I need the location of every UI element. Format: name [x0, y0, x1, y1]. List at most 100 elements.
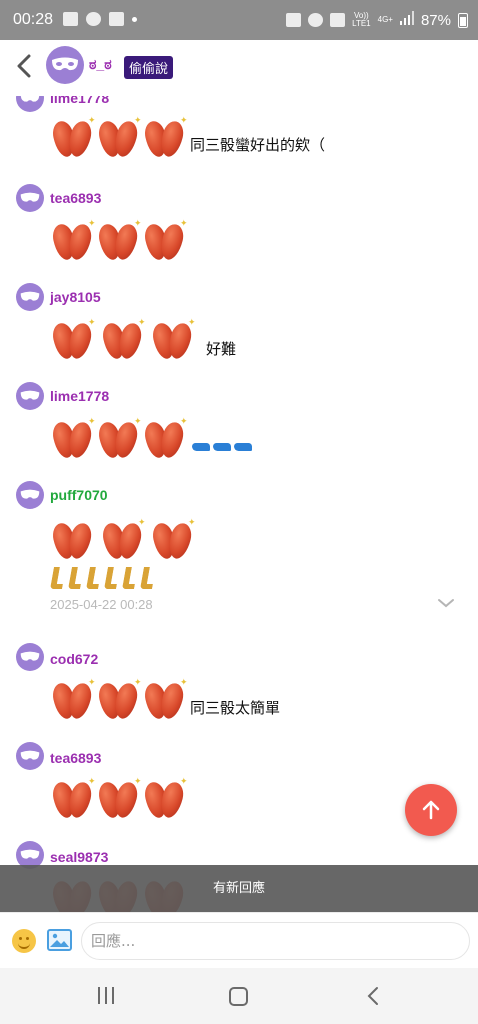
network-type-icon: 4G+	[377, 15, 393, 24]
sausage-sticker: ✦	[96, 117, 142, 161]
username[interactable]: lime1778	[50, 96, 109, 106]
heel-shoe-icon	[213, 443, 231, 451]
sausage-sticker: ✦	[96, 220, 142, 264]
username[interactable]: seal9873	[50, 849, 108, 865]
mask-icon	[20, 390, 40, 400]
chat-partner-name: ಠ_ಠ	[89, 56, 112, 72]
message-list[interactable]: lime1778 ✦ ✦ ✦ 同三骰蠻好出的欸（ tea6893 ✦ ✦ ✦ j…	[0, 96, 478, 912]
avatar[interactable]	[16, 96, 44, 112]
username[interactable]: tea6893	[50, 750, 101, 766]
message-content: ✦ ✦ ✦ 同三骰蠻好出的欸（	[50, 117, 325, 161]
status-time: 00:28	[13, 11, 54, 28]
mask-icon	[20, 291, 40, 301]
recent-apps-button[interactable]	[97, 987, 115, 1004]
image-icon	[50, 933, 69, 947]
leg-icon	[86, 567, 102, 589]
avatar[interactable]	[16, 283, 44, 311]
new-reply-banner[interactable]: 有新回應	[0, 865, 478, 912]
battery-level: 87%	[420, 11, 451, 29]
mask-icon	[20, 651, 40, 661]
heel-shoe-icon	[192, 443, 210, 451]
high-heels-sticker	[192, 443, 252, 451]
back-arrow-icon	[367, 987, 378, 1005]
scroll-to-top-button[interactable]	[405, 784, 457, 836]
message-content: ✦ ✦ ✦ 好難	[50, 319, 236, 363]
leg-icon	[68, 567, 84, 589]
arrow-up-icon	[422, 800, 440, 820]
avatar[interactable]	[16, 481, 44, 509]
sausage-sticker: ✦	[50, 117, 96, 161]
sausage-sticker: ✦	[142, 220, 188, 264]
mask-icon	[20, 96, 40, 102]
alarm-icon	[308, 13, 324, 27]
username[interactable]: tea6893	[50, 190, 101, 206]
system-back-button[interactable]	[366, 986, 380, 1006]
more-notifications-dot-icon	[132, 16, 137, 22]
leg-icon	[122, 567, 138, 589]
recent-apps-icon	[98, 987, 114, 1004]
heel-shoe-icon	[234, 443, 252, 451]
sausage-sticker: ✦	[50, 220, 96, 264]
sausage-sticker: ✦	[96, 418, 142, 462]
sausage-sticker: ✦	[142, 679, 188, 723]
notification-icons	[63, 12, 137, 26]
mask-icon	[20, 192, 40, 202]
image-button[interactable]	[47, 929, 72, 951]
system-status-icons: Vo)) LTE1 4G+ 87%	[286, 11, 468, 29]
leg-icon	[140, 567, 156, 589]
username[interactable]: lime1778	[50, 388, 109, 404]
message-text: 同三骰蠻好出的欸（	[190, 135, 326, 154]
sausage-sticker: ✦	[50, 679, 96, 723]
message-text: 同三骰太簡單	[190, 698, 281, 717]
message-content: ✦ ✦ ✦	[50, 220, 188, 264]
golden-legs-sticker	[50, 567, 156, 589]
leg-icon	[104, 567, 120, 589]
sausage-sticker: ✦	[142, 117, 188, 161]
sausage-sticker: ✦	[142, 778, 188, 822]
emoji-button[interactable]	[12, 929, 36, 953]
avatar[interactable]	[16, 742, 44, 770]
avatar[interactable]	[16, 643, 44, 671]
message-content: ✦ ✦	[50, 519, 196, 563]
chevron-down-icon	[438, 599, 454, 608]
sausage-sticker: ✦	[150, 519, 196, 563]
sausage-sticker: ✦	[50, 418, 96, 462]
expand-button[interactable]	[436, 593, 456, 613]
message-timestamp: 2025-04-22 00:28	[50, 597, 153, 612]
sausage-sticker: ✦	[100, 519, 146, 563]
avatar[interactable]	[16, 184, 44, 212]
lock-icon	[286, 13, 302, 27]
reply-bar	[0, 912, 478, 968]
sausage-sticker: ✦	[50, 778, 96, 822]
gallery-notification-icon	[63, 12, 78, 26]
header-avatar[interactable]	[46, 46, 84, 84]
sausage-sticker: ✦	[150, 319, 196, 363]
battery-icon	[458, 12, 468, 28]
sausage-sticker: ✦	[142, 418, 188, 462]
username[interactable]: jay8105	[50, 289, 101, 305]
mute-icon	[330, 13, 346, 27]
line-notification-icon	[86, 12, 101, 26]
chevron-left-icon	[17, 54, 31, 78]
message-text: 好難	[206, 339, 237, 358]
anonymous-badge: 偷偷說	[124, 56, 174, 79]
message-content: ✦ ✦ ✦ 同三骰太簡單	[50, 679, 280, 723]
signal-icon	[399, 11, 414, 29]
reply-input[interactable]	[81, 922, 470, 960]
sausage-sticker: ✦	[100, 319, 146, 363]
app-notification-icon	[109, 12, 124, 26]
mask-icon	[52, 57, 78, 71]
message-content: ✦ ✦ ✦	[50, 418, 252, 462]
sausage-sticker: ✦	[50, 319, 96, 363]
system-navigation-bar	[0, 968, 478, 1024]
leg-icon	[50, 567, 66, 589]
sausage-sticker: ✦	[96, 679, 142, 723]
sausage-sticker	[50, 519, 96, 563]
avatar[interactable]	[16, 382, 44, 410]
back-button[interactable]	[12, 53, 36, 79]
username[interactable]: puff7070	[50, 487, 108, 503]
home-button[interactable]	[229, 987, 248, 1006]
username[interactable]: cod672	[50, 651, 98, 667]
mask-icon	[20, 849, 40, 859]
status-bar: 00:28 Vo)) LTE1 4G+ 87%	[0, 0, 478, 40]
